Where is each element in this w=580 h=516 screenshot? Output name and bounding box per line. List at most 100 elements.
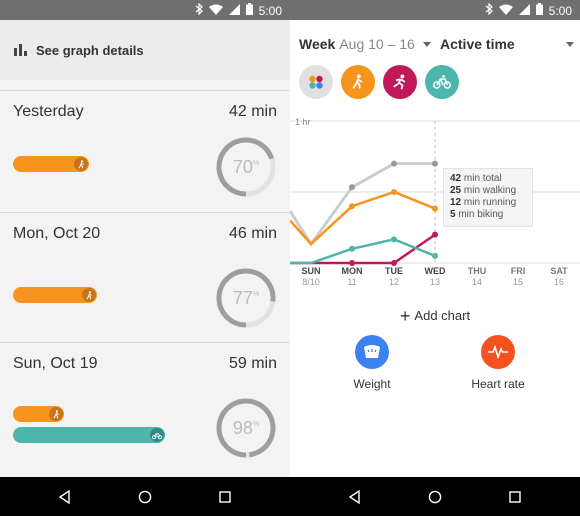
day-card-yesterday[interactable]: Yesterday 42 min 70% [0,90,290,212]
x-tick-date: 16 [554,277,564,287]
walking-icon [352,74,363,89]
filter-walking-button[interactable] [341,65,375,99]
tooltip-row: 42 min total [450,173,526,185]
heart-rate-label: Heart rate [471,377,525,391]
data-point-total [349,184,355,191]
running-icon [393,74,406,90]
battery-icon [535,3,543,18]
bike-icon [433,74,451,89]
x-tick-day: FRI [511,266,526,276]
recents-icon [219,491,231,503]
day-label: Mon, Oct 20 [13,225,101,242]
nav-bar-right [290,477,580,516]
recents-button[interactable] [506,488,524,506]
wifi-icon [208,4,223,18]
tooltip-text: min biking [455,209,504,220]
x-tick-day: TUE [385,266,403,276]
data-point-biking [432,252,438,259]
x-tick-date: 14 [472,277,482,287]
day-card-mon-oct-20[interactable]: Mon, Oct 20 46 min 77% [0,212,290,342]
data-point-running [432,231,438,238]
heart-rate-icon [481,335,515,369]
data-point-total [432,160,438,167]
back-icon [58,490,70,504]
home-button[interactable] [136,488,154,506]
tooltip-value: 12 [450,197,462,208]
chart-panel: Week Aug 10 – 16 Active time 1 hr SUN 8/1… [290,20,580,477]
x-tick-day: WED [425,266,446,276]
signal-icon [518,3,530,18]
tooltip-row: 25 min walking [450,185,526,197]
day-minutes: 42 min [228,103,277,120]
tooltip-text: min walking [461,185,517,196]
tooltip-text: min total [461,173,502,184]
metric-selector[interactable]: Active time [440,36,574,52]
x-tick-date: 13 [430,277,440,287]
goal-percent: 70% [232,156,260,177]
data-point-biking [349,245,355,252]
activity-bar-walking [13,406,64,422]
see-graph-details-button[interactable]: See graph details [0,20,290,80]
bike-icon [150,428,164,442]
back-button[interactable] [56,488,74,506]
filter-all-button[interactable] [299,65,333,99]
day-minutes: 46 min [228,225,277,242]
weight-button[interactable]: Weight [322,335,422,391]
weight-label: Weight [353,377,391,391]
data-point-total [391,160,397,167]
x-tick-day: THU [468,266,487,276]
recents-icon [509,491,521,503]
history-list: See graph details Yesterday 42 min 70% M… [0,20,290,477]
recents-button[interactable] [216,488,234,506]
x-tick-day: SAT [550,266,568,276]
add-chart-label: Add chart [414,308,471,323]
activity-bar-walking [13,156,89,172]
battery-icon [245,3,253,18]
day-label: Sun, Oct 19 [13,355,98,372]
tooltip-row: 5 min biking [450,209,526,221]
period-range: Aug 10 – 16 [339,36,415,52]
all-activities-icon [309,75,323,89]
back-icon [348,490,360,504]
status-bar-left: 5:00 [0,0,290,20]
series-line-walking [290,190,436,246]
back-button[interactable] [346,488,364,506]
chevron-down-icon [566,41,574,47]
bar-chart-icon [14,44,27,56]
x-tick-date: 15 [513,277,523,287]
heart-rate-button[interactable]: Heart rate [448,335,548,391]
tooltip-value: 42 [450,173,462,184]
home-icon [428,490,442,504]
filter-running-button[interactable] [383,65,417,99]
data-point-walking [349,203,355,210]
plus-icon: + [399,305,411,326]
day-minutes: 59 min [228,355,277,372]
weight-icon [355,335,389,369]
walking-icon [74,157,88,171]
chart-tooltip: 42 min total 25 min walking 12 min running… [443,168,533,227]
add-chart-button[interactable]: + Add chart [290,305,580,326]
period-selector[interactable]: Week Aug 10 – 16 [299,36,431,52]
x-tick-date: 12 [389,277,399,287]
series-line-running [290,233,436,265]
chevron-down-icon [422,41,431,47]
x-tick-date: 8/10 [302,277,320,287]
data-point-walking [432,205,438,212]
home-icon [138,490,152,504]
bluetooth-icon [195,2,203,18]
day-card-sun-oct-19[interactable]: Sun, Oct 19 59 min 98% [0,342,290,477]
nav-bar-left [0,477,290,516]
active-time-chart[interactable]: 1 hr SUN8/10MON11TUE12WED13THU14FRI15SAT… [290,110,580,290]
x-tick-day: MON [342,266,363,276]
filter-biking-button[interactable] [425,65,459,99]
metric-label: Active time [440,36,515,52]
tooltip-value: 25 [450,185,462,196]
walking-icon [82,288,96,302]
y-axis-label: 1 hr [295,117,311,127]
x-tick-date: 11 [347,277,356,287]
walking-icon [49,407,63,421]
home-button[interactable] [426,488,444,506]
activity-bar-walking [13,287,97,303]
tooltip-text: min running [461,197,517,208]
status-time: 5:00 [258,3,282,18]
